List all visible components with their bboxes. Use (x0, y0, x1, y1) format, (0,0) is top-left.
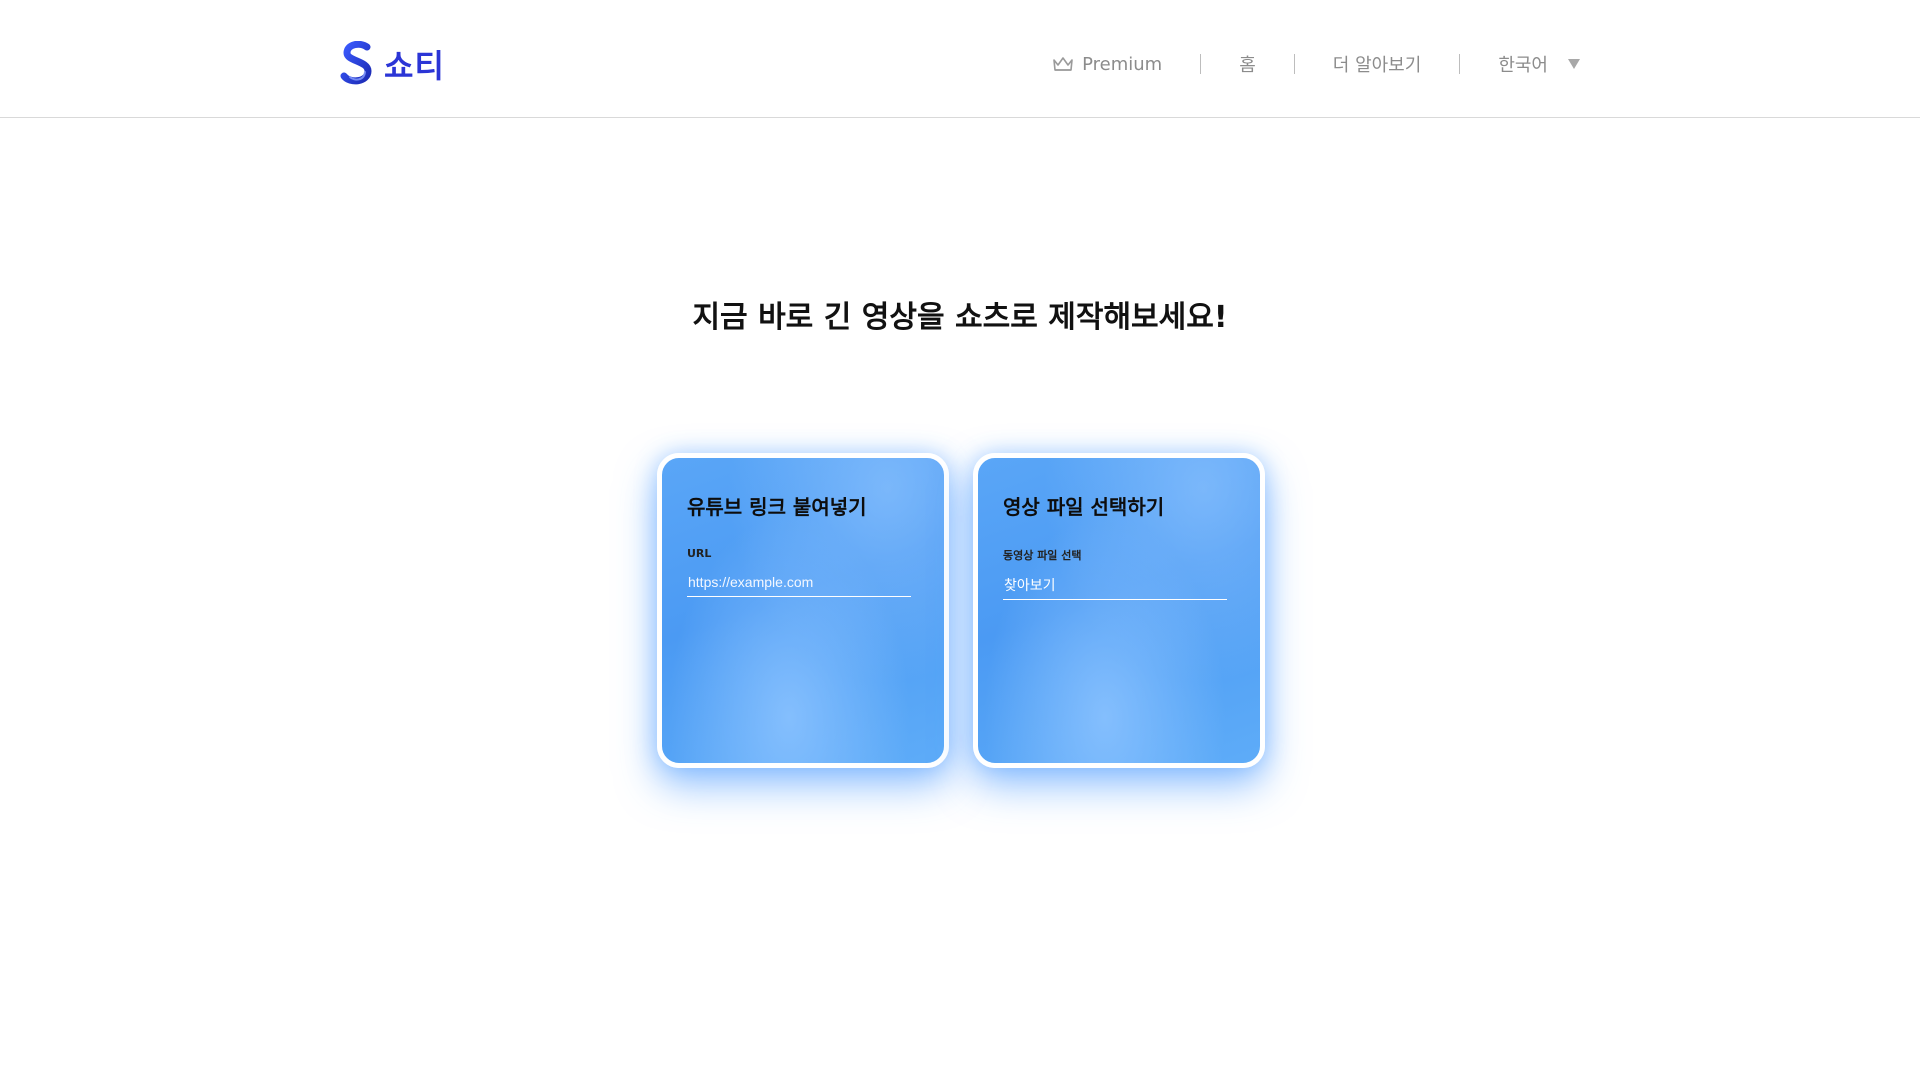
brand-logo[interactable]: 쇼티 (338, 40, 445, 88)
nav-premium-label: Premium (1082, 53, 1163, 75)
crown-icon (1053, 57, 1073, 71)
youtube-link-card: 유튜브 링크 붙여넣기 URL (657, 453, 949, 768)
video-file-card: 영상 파일 선택하기 동영상 파일 선택 찾아보기 (973, 453, 1265, 768)
browse-file-button[interactable]: 찾아보기 (1003, 575, 1227, 600)
page-headline: 지금 바로 긴 영상을 쇼츠로 제작해보세요! (692, 300, 1228, 335)
top-header: 쇼티 Premium 홈 더 알아보기 한국어 (0, 0, 1920, 118)
nav-home[interactable]: 홈 (1239, 51, 1256, 77)
nav-home-label: 홈 (1239, 55, 1256, 76)
caret-down-icon (1568, 59, 1580, 69)
top-nav: Premium 홈 더 알아보기 한국어 (1052, 44, 1580, 84)
brand-name: 쇼티 (384, 47, 445, 85)
nav-divider (1293, 54, 1295, 74)
nav-premium[interactable]: Premium (1052, 54, 1162, 75)
nav-learn-more[interactable]: 더 알아보기 (1333, 51, 1422, 77)
logo-s-icon (340, 41, 372, 85)
youtube-link-card-title: 유튜브 링크 붙여넣기 (687, 495, 867, 519)
language-select-label: 한국어 (1498, 55, 1548, 76)
nav-divider (1459, 54, 1461, 74)
url-input[interactable] (687, 572, 911, 597)
file-field-label: 동영상 파일 선택 (1003, 549, 1082, 562)
nav-learn-more-label: 더 알아보기 (1332, 55, 1422, 76)
url-field-label: URL (687, 547, 712, 560)
nav-divider (1200, 54, 1202, 74)
video-file-card-title: 영상 파일 선택하기 (1003, 495, 1165, 519)
language-select[interactable]: 한국어 (1498, 51, 1580, 77)
